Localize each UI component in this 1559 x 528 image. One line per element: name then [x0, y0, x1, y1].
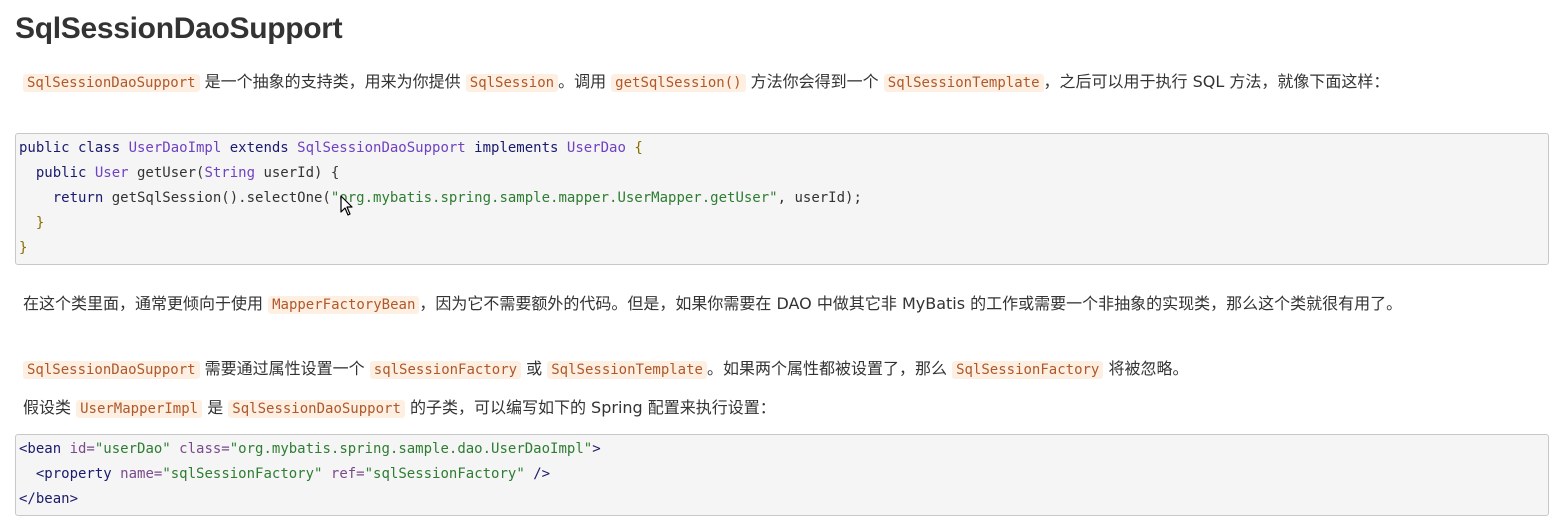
code-plain: getUser( — [128, 165, 205, 181]
code-line: public User getUser(String userId) { — [19, 161, 1545, 186]
paragraph-text: 在这个类里面，通常更倾向于使用 — [23, 294, 269, 313]
paragraph-text: 是 — [202, 398, 229, 417]
code-type: UserDao — [566, 140, 626, 156]
code-plain: userId) { — [255, 165, 340, 181]
paragraph-example: 假设类 UserMapperImpl 是 SqlSessionDaoSuppor… — [23, 395, 1538, 422]
code-line: </bean> — [19, 491, 79, 507]
code-keyword: public — [19, 165, 95, 181]
paragraph-text: 假设类 — [23, 398, 77, 417]
code-attr: ref= — [322, 466, 365, 482]
inline-code: sqlSessionFactory — [369, 361, 522, 379]
code-type: SqlSessionDaoSupport — [297, 140, 466, 156]
page-title: SqlSessionDaoSupport — [15, 12, 343, 45]
inline-code: MapperFactoryBean — [268, 296, 420, 314]
code-type: UserDaoImpl — [128, 140, 222, 156]
inline-code: UserMapperImpl — [76, 400, 203, 418]
inline-code: SqlSessionTemplate — [547, 361, 707, 379]
code-tag: /> — [524, 466, 551, 482]
inline-code: SqlSessionDaoSupport — [23, 74, 200, 92]
code-type: String — [204, 165, 256, 181]
inline-code: getSqlSession() — [611, 74, 746, 92]
paragraph-intro: SqlSessionDaoSupport 是一个抽象的支持类，用来为你提供 Sq… — [23, 69, 1538, 96]
code-tag: > — [592, 441, 601, 457]
inline-code: SqlSessionFactory — [952, 361, 1104, 379]
paragraph-text: ，因为它不需要额外的代码。但是，如果你需要在 DAO 中做其它非 MyBatis… — [419, 294, 1403, 313]
code-tag: <property — [19, 466, 121, 482]
code-plain: getSqlSession().selectOne( — [111, 190, 331, 206]
paragraph-requirements: SqlSessionDaoSupport 需要通过属性设置一个 sqlSessi… — [23, 356, 1538, 383]
document-page: SqlSessionDaoSupport SqlSessionDaoSuppor… — [0, 0, 1559, 528]
paragraph-text: 的子类，可以编写如下的 Spring 配置来执行设置： — [404, 398, 776, 417]
paragraph-text: 。调用 — [558, 72, 612, 91]
mouse-pointer-icon — [340, 195, 353, 216]
code-keyword: public class — [19, 140, 129, 156]
code-string: "sqlSessionFactory" — [162, 466, 323, 482]
paragraph-preference: 在这个类里面，通常更倾向于使用 MapperFactoryBean ，因为它不需要… — [23, 291, 1538, 318]
code-block-xml[interactable]: <bean id="userDao" class="org.mybatis.sp… — [15, 434, 1549, 516]
code-string: "userDao" — [94, 441, 171, 457]
paragraph-text: ，之后可以用于执行 SQL 方法，就像下面这样： — [1043, 72, 1390, 91]
code-attr: id= — [69, 441, 95, 457]
code-keyword: extends — [221, 140, 298, 156]
code-string: "sqlSessionFactory" — [364, 466, 525, 482]
paragraph-text: 将被忽略。 — [1103, 359, 1189, 378]
paragraph-text: 是一个抽象的支持类，用来为你提供 — [199, 72, 466, 91]
code-tag: <bean — [19, 441, 70, 457]
code-block-java[interactable]: public class UserDaoImpl extends SqlSess… — [15, 133, 1549, 265]
code-line: public class UserDaoImpl extends SqlSess… — [19, 136, 1545, 161]
code-type: User — [94, 165, 129, 181]
code-line: return getSqlSession().selectOne("org.my… — [19, 186, 1545, 211]
paragraph-text: 方法你会得到一个 — [745, 72, 884, 91]
code-keyword: return — [19, 190, 112, 206]
inline-code: SqlSession — [465, 74, 559, 92]
paragraph-text: 。如果两个属性都被设置了，那么 — [706, 359, 953, 378]
inline-code: SqlSessionDaoSupport — [23, 361, 200, 379]
code-attr: class= — [170, 441, 230, 457]
code-line: } — [19, 215, 45, 231]
code-attr: name= — [120, 466, 163, 482]
code-string: "org.mybatis.spring.sample.dao.UserDaoIm… — [229, 441, 593, 457]
code-line: <property name="sqlSessionFactory" ref="… — [19, 462, 1545, 487]
paragraph-text: 或 — [521, 359, 548, 378]
inline-code: SqlSessionDaoSupport — [228, 400, 405, 418]
code-string: "org.mybatis.spring.sample.mapper.UserMa… — [330, 190, 778, 206]
paragraph-text: 需要通过属性设置一个 — [199, 359, 370, 378]
code-plain: , userId); — [777, 190, 862, 206]
code-brace: { — [625, 140, 643, 156]
code-line: } — [19, 240, 28, 256]
code-line: <bean id="userDao" class="org.mybatis.sp… — [19, 437, 1545, 462]
inline-code: SqlSessionTemplate — [883, 74, 1044, 92]
code-keyword: implements — [465, 140, 567, 156]
